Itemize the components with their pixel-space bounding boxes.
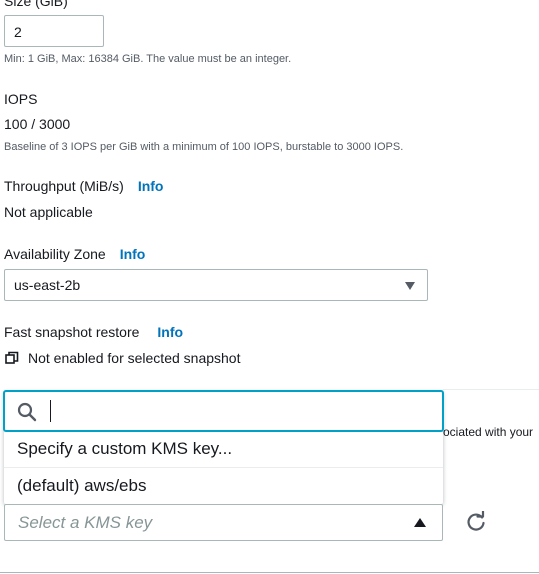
fast-snapshot-restore-label-row: Fast snapshot restore Info: [4, 323, 183, 341]
iops-hint: Baseline of 3 IOPS per GiB with a minimu…: [4, 141, 404, 153]
fast-snapshot-restore-status: Not enabled for selected snapshot: [28, 350, 241, 366]
footer-divider: [0, 572, 539, 573]
throughput-label: Throughput (MiB/s): [4, 178, 124, 194]
availability-zone-select[interactable]: us-east-2b: [4, 269, 428, 301]
section-divider: [443, 389, 539, 390]
refresh-button[interactable]: [464, 510, 488, 534]
search-icon: [17, 402, 37, 422]
kms-dropdown-list: Specify a custom KMS key... (default) aw…: [4, 391, 443, 504]
iops-label: IOPS: [4, 91, 38, 107]
throughput-label-row: Throughput (MiB/s) Info: [4, 177, 163, 195]
kms-description-partial: ociated with your: [443, 425, 534, 439]
availability-zone-label-row: Availability Zone Info: [4, 245, 145, 263]
availability-zone-info-link[interactable]: Info: [120, 246, 146, 262]
size-hint: Min: 1 GiB, Max: 16384 GiB. The value mu…: [4, 53, 292, 65]
kms-option-custom[interactable]: Specify a custom KMS key...: [17, 438, 232, 460]
throughput-value: Not applicable: [4, 204, 93, 220]
kms-key-placeholder: Select a KMS key: [18, 513, 153, 532]
iops-value: 100 / 3000: [4, 116, 71, 132]
refresh-icon: [467, 511, 485, 531]
copy-icon: [5, 351, 19, 364]
size-input[interactable]: 2: [4, 15, 104, 47]
size-input-value: 2: [14, 24, 22, 40]
availability-zone-label: Availability Zone: [4, 246, 106, 262]
fast-snapshot-restore-label: Fast snapshot restore: [4, 324, 140, 340]
fast-snapshot-restore-info-link[interactable]: Info: [157, 324, 183, 340]
throughput-info-link[interactable]: Info: [138, 178, 164, 194]
availability-zone-selected: us-east-2b: [14, 277, 81, 293]
text-cursor: [50, 400, 51, 422]
caret-down-icon: [405, 282, 415, 290]
kms-search-input[interactable]: [4, 391, 443, 431]
size-label: Size (GiB): [4, 0, 68, 9]
kms-key-select[interactable]: Select a KMS key: [4, 504, 443, 541]
option-divider: [4, 467, 443, 468]
caret-up-icon: [414, 518, 426, 527]
kms-option-default-aws-ebs[interactable]: (default) aws/ebs: [17, 475, 146, 497]
